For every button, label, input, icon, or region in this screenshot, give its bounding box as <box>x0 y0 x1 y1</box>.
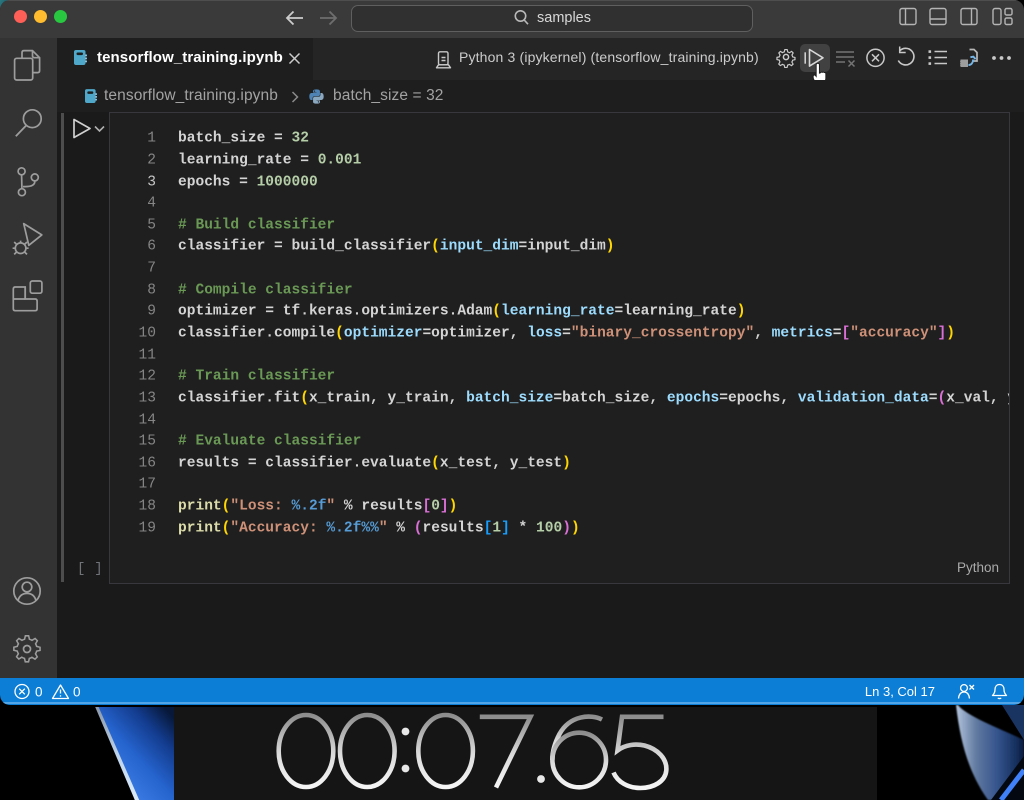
svg-text:0: 0 <box>73 685 81 700</box>
svg-text:0: 0 <box>35 685 43 700</box>
